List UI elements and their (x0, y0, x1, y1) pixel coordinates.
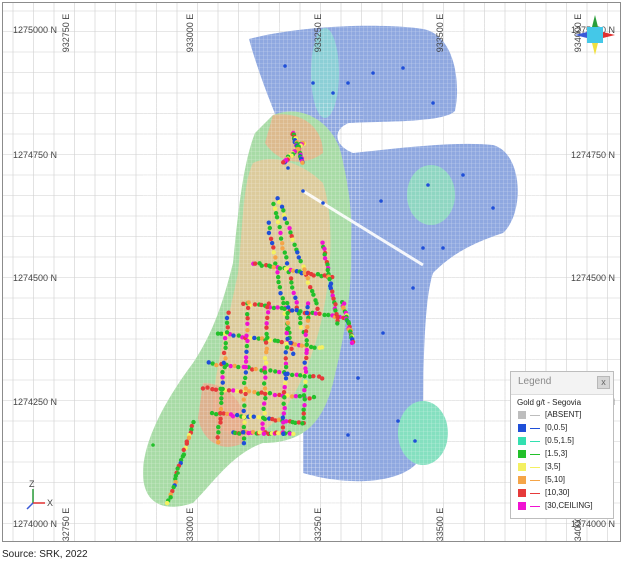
legend-line (530, 428, 540, 429)
mid-grade-zone (143, 103, 363, 523)
legend-swatch (518, 489, 526, 497)
legend-header: Legend x (511, 372, 613, 395)
northing-label: 1274250 N (13, 397, 57, 407)
easting-label: 932750 E (61, 14, 71, 53)
northing-label-right: 1274500 N (571, 273, 615, 283)
legend-label: [30,CEILING] (545, 501, 593, 510)
map-frame: 932750 E 932750 E 933000 E 933000 E 933250 E… (2, 2, 621, 542)
legend-line (530, 506, 540, 507)
legend-swatch (518, 463, 526, 471)
legend-line (530, 467, 540, 468)
source-caption: Source: SRK, 2022 (2, 549, 88, 560)
easting-label: 933500 E (435, 508, 445, 541)
northing-label-right: 1274750 N (571, 150, 615, 160)
easting-label: 932750 E (61, 508, 71, 541)
legend-label: [0.5,1.5] (545, 436, 574, 445)
legend-label: [10,30] (545, 488, 570, 497)
legend-label: [0,0.5] (545, 423, 568, 432)
legend-subtitle: Gold g/t - Segovia (517, 398, 582, 407)
legend-label: [1.5,3] (545, 449, 568, 458)
legend-item: [1.5,3] (511, 448, 613, 461)
easting-label: 933000 E (185, 14, 195, 53)
legend-swatch (518, 450, 526, 458)
legend-swatch (518, 437, 526, 445)
northing-label: 1275000 N (13, 25, 57, 35)
legend-title: Legend (518, 376, 552, 387)
legend-line (530, 480, 540, 481)
legend-swatch (518, 502, 526, 510)
legend-line (530, 415, 540, 416)
legend-line (530, 454, 540, 455)
legend-swatch (518, 476, 526, 484)
easting-label: 933500 E (435, 14, 445, 53)
legend-label: [3,5] (545, 462, 561, 471)
legend-swatch (518, 411, 526, 419)
legend-item: [30,CEILING] (511, 500, 613, 513)
legend-label: [ABSENT] (545, 410, 582, 419)
easting-label: 933250 E (313, 14, 323, 53)
legend-item: [0.5,1.5] (511, 435, 613, 448)
legend-line (530, 493, 540, 494)
legend-label: [5,10] (545, 475, 566, 484)
easting-label: 933000 E (185, 508, 195, 541)
legend-swatch (518, 424, 526, 432)
northing-label-right: 1274000 N (571, 519, 615, 529)
northing-label: 1274750 N (13, 150, 57, 160)
triad-z-label: Z (29, 479, 35, 489)
legend-panel: Legend x Gold g/t - Segovia [ABSENT] [0,0… (510, 371, 614, 519)
easting-label: 933250 E (313, 508, 323, 541)
close-icon[interactable]: x (597, 376, 610, 389)
legend-item: [10,30] (511, 487, 613, 500)
legend-line (530, 441, 540, 442)
northing-label: 1274500 N (13, 273, 57, 283)
axis-triad-icon: X Z (26, 479, 53, 510)
legend-item: [5,10] (511, 474, 613, 487)
legend-item: [ABSENT] (511, 409, 613, 422)
northing-label: 1274000 N (13, 519, 57, 529)
triad-x-label: X (47, 498, 53, 508)
legend-item: [0,0.5] (511, 422, 613, 435)
legend-item: [3,5] (511, 461, 613, 474)
